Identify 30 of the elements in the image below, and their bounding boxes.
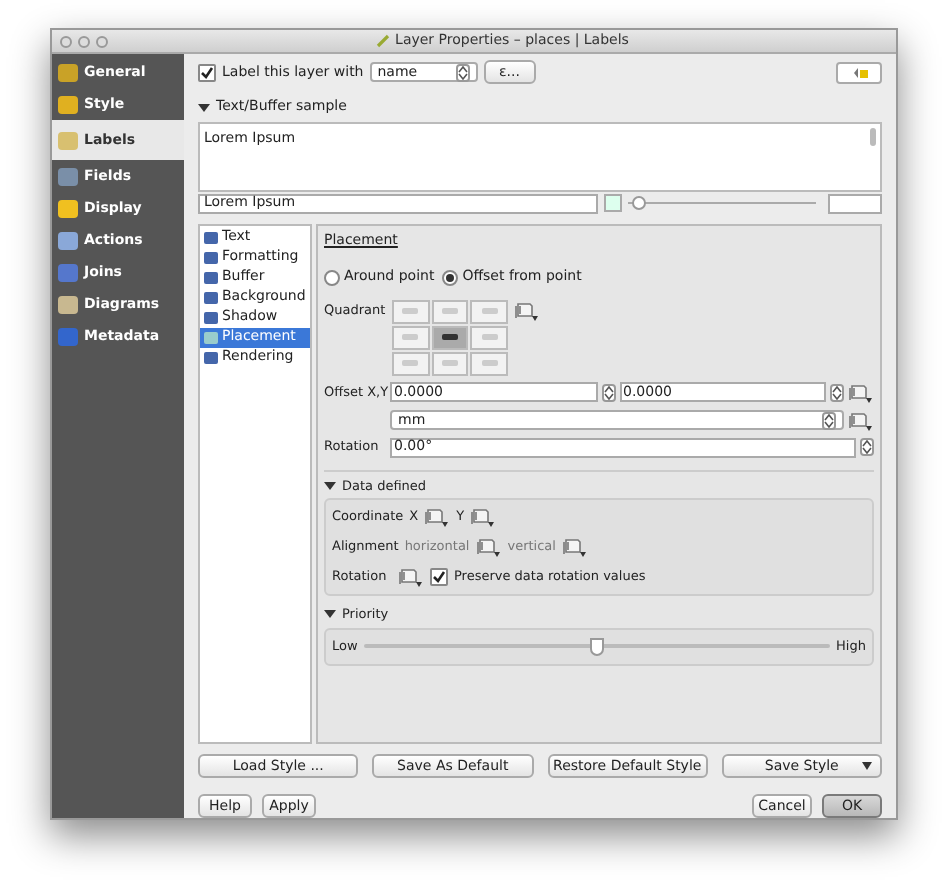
radio-button[interactable] xyxy=(442,269,459,286)
slider-thumb[interactable] xyxy=(590,637,605,656)
data-defined-icon[interactable] xyxy=(848,409,874,432)
checkbox[interactable] xyxy=(430,568,448,587)
disclosure-triangle-icon[interactable] xyxy=(198,101,210,114)
data-defined-icon[interactable] xyxy=(470,506,497,529)
spin-arrows-icon[interactable] xyxy=(601,383,615,402)
spin-arrows-icon[interactable] xyxy=(860,438,874,457)
paste-style-icon xyxy=(849,65,869,79)
data-defined-icon[interactable] xyxy=(848,381,874,404)
slider-thumb[interactable] xyxy=(631,196,646,211)
spin-arrows-icon[interactable] xyxy=(455,63,470,81)
data-defined-icon[interactable] xyxy=(514,299,540,322)
priority-slider[interactable] xyxy=(363,637,831,656)
data-defined-icon[interactable] xyxy=(424,506,451,529)
checkbox[interactable] xyxy=(198,63,216,81)
caret-icon xyxy=(862,762,872,770)
radio-button[interactable] xyxy=(324,269,340,286)
quadrant-button[interactable] xyxy=(431,325,469,350)
data-defined-icon[interactable] xyxy=(475,536,502,559)
spin-arrows-icon[interactable] xyxy=(822,411,836,430)
disclosure-triangle-icon[interactable] xyxy=(324,479,336,492)
brush-icon xyxy=(375,34,390,48)
data-defined-icon[interactable] xyxy=(398,566,424,589)
color-field[interactable] xyxy=(828,193,882,214)
scrollbar xyxy=(870,127,876,146)
data-defined-icon[interactable] xyxy=(561,536,588,559)
spin-arrows-icon[interactable] xyxy=(830,383,844,402)
sample-slider[interactable] xyxy=(628,195,817,212)
disclosure-triangle-icon[interactable] xyxy=(324,608,336,621)
